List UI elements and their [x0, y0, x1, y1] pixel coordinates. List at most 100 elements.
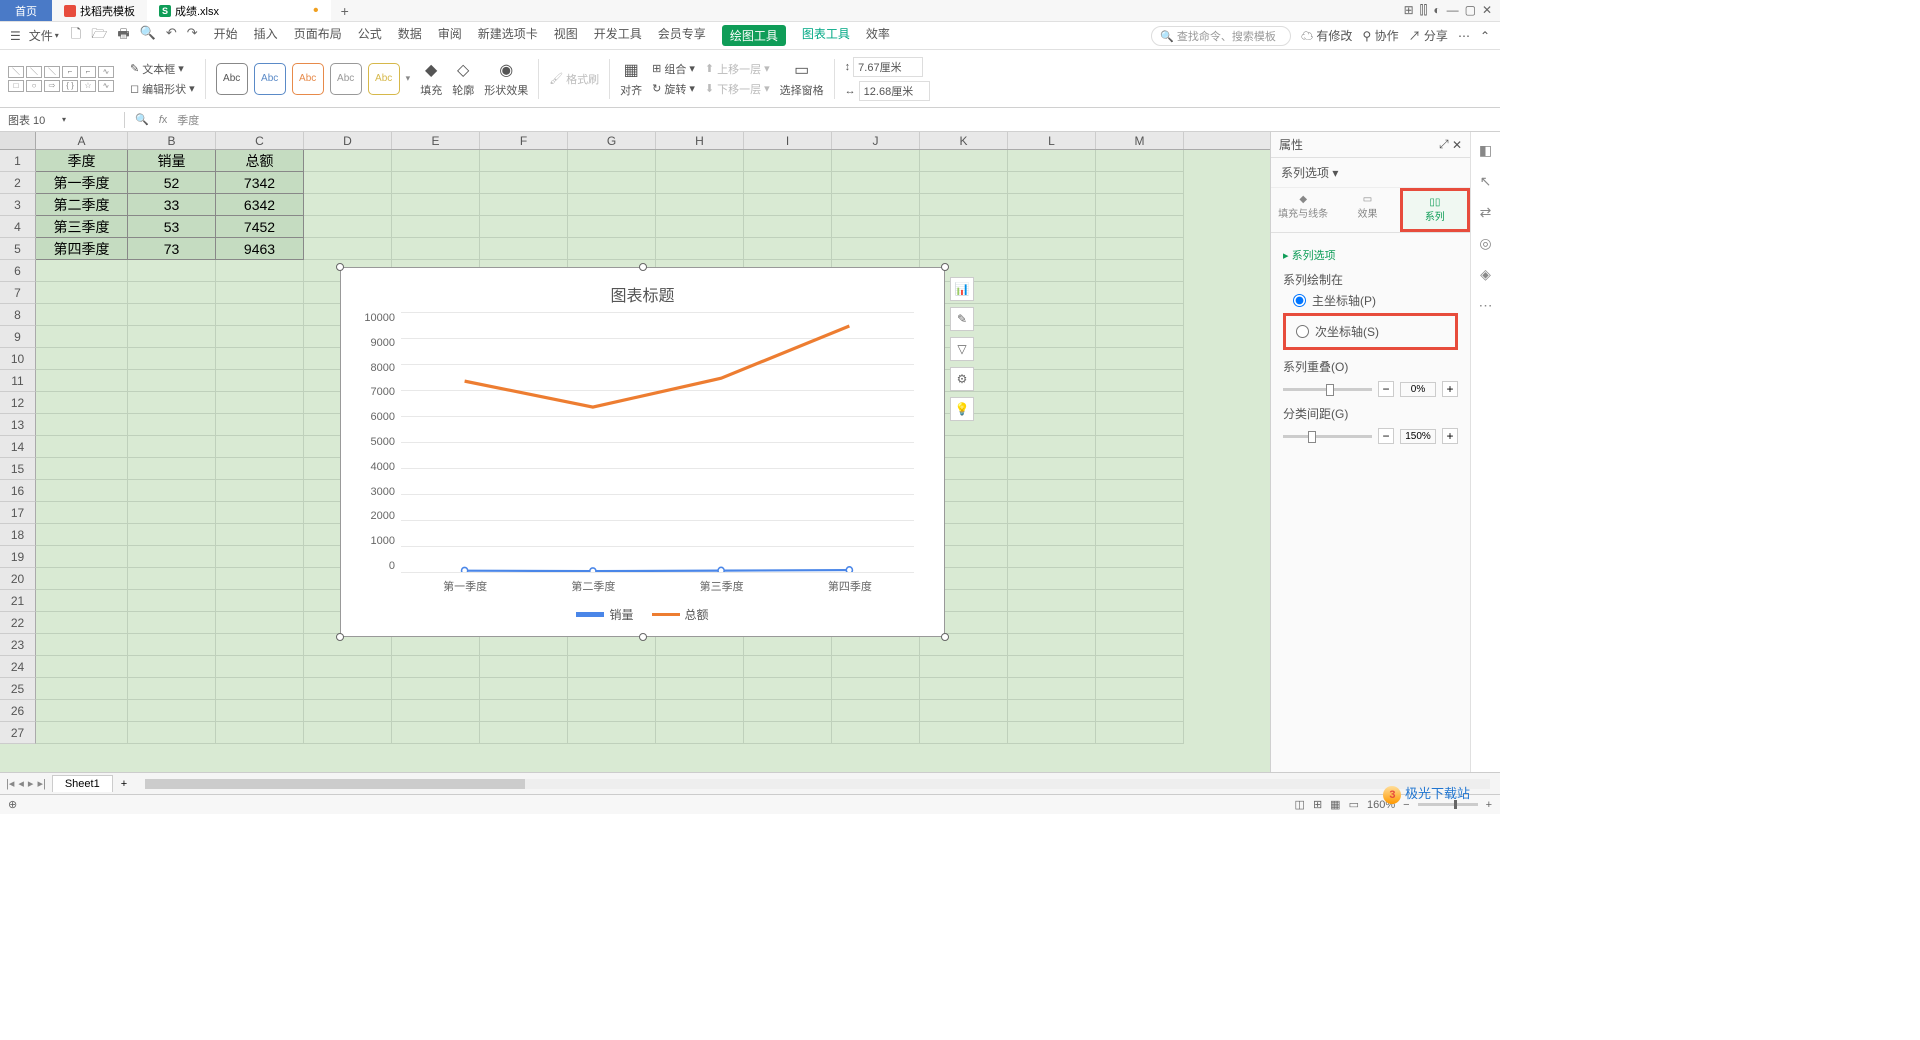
cell[interactable]	[832, 194, 920, 216]
cell[interactable]	[128, 370, 216, 392]
cell[interactable]	[1096, 194, 1184, 216]
shape-gallery[interactable]: ＼＼＼⌐⌐∿ □○⇨{ }☆∿	[8, 66, 114, 92]
tab-template[interactable]: 找稻壳模板	[52, 0, 147, 21]
cell[interactable]	[656, 634, 744, 656]
cell[interactable]	[36, 348, 128, 370]
cell[interactable]	[480, 700, 568, 722]
cell[interactable]	[920, 722, 1008, 744]
chart[interactable]: 图表标题 10000900080007000600050004000300020…	[340, 267, 945, 637]
cell[interactable]	[1008, 260, 1096, 282]
cell[interactable]	[304, 656, 392, 678]
cell[interactable]	[568, 700, 656, 722]
cell[interactable]	[304, 678, 392, 700]
tab-formula[interactable]: 公式	[358, 25, 382, 46]
overlap-minus[interactable]: −	[1378, 381, 1394, 397]
cell[interactable]	[656, 216, 744, 238]
hscrollbar[interactable]	[145, 779, 1490, 789]
cell[interactable]: 总额	[216, 150, 304, 172]
row-header[interactable]: 18	[0, 524, 36, 546]
cell[interactable]	[304, 172, 392, 194]
view-icon-2[interactable]: ⊞	[1313, 798, 1322, 811]
row-header[interactable]: 8	[0, 304, 36, 326]
selpane-btn[interactable]: ▭选择窗格	[780, 60, 824, 98]
row-header[interactable]: 12	[0, 392, 36, 414]
layout-icon[interactable]: ⊞	[1404, 3, 1414, 18]
tab-dev[interactable]: 开发工具	[594, 25, 642, 46]
close-icon[interactable]: ✕	[1482, 3, 1492, 18]
cell[interactable]	[920, 150, 1008, 172]
cell[interactable]	[656, 722, 744, 744]
tab-view[interactable]: 视图	[554, 25, 578, 46]
row-header[interactable]: 26	[0, 700, 36, 722]
cell[interactable]	[36, 590, 128, 612]
cell[interactable]	[480, 216, 568, 238]
coop-button[interactable]: ⚲ 协作	[1362, 27, 1398, 44]
cell[interactable]	[656, 656, 744, 678]
cell[interactable]	[36, 700, 128, 722]
cell[interactable]	[216, 546, 304, 568]
cell[interactable]	[216, 348, 304, 370]
cell[interactable]: 第二季度	[36, 194, 128, 216]
more-icon[interactable]: ⋯	[1458, 29, 1470, 43]
cell[interactable]	[392, 722, 480, 744]
row-header[interactable]: 27	[0, 722, 36, 744]
zoom-in[interactable]: +	[1486, 799, 1492, 811]
row-header[interactable]: 9	[0, 326, 36, 348]
cell[interactable]	[36, 722, 128, 744]
row-header[interactable]: 2	[0, 172, 36, 194]
cell[interactable]	[920, 238, 1008, 260]
cell[interactable]	[128, 304, 216, 326]
cell[interactable]	[392, 678, 480, 700]
nav-last[interactable]: ▸|	[37, 777, 45, 790]
undo-icon[interactable]: ↶	[166, 25, 177, 47]
style-5[interactable]: Abc	[368, 63, 400, 95]
cell[interactable]	[128, 436, 216, 458]
resize-handle[interactable]	[639, 633, 647, 641]
cell[interactable]	[568, 656, 656, 678]
cell[interactable]	[128, 414, 216, 436]
resize-handle[interactable]	[941, 633, 949, 641]
fill-btn[interactable]: ◆填充	[420, 60, 442, 98]
gap-plus[interactable]: +	[1442, 428, 1458, 444]
cell[interactable]	[392, 194, 480, 216]
cell[interactable]	[480, 634, 568, 656]
cell[interactable]	[36, 414, 128, 436]
cell[interactable]	[304, 700, 392, 722]
cell[interactable]	[1096, 150, 1184, 172]
search-input[interactable]: 🔍 查找命令、搜索模板	[1151, 26, 1291, 46]
cell[interactable]	[1096, 524, 1184, 546]
col-H[interactable]: H	[656, 132, 744, 149]
collapse-icon[interactable]: ⌃	[1480, 29, 1490, 43]
col-J[interactable]: J	[832, 132, 920, 149]
cell[interactable]	[128, 722, 216, 744]
cell[interactable]	[128, 282, 216, 304]
cell[interactable]	[1008, 150, 1096, 172]
cell[interactable]	[1096, 568, 1184, 590]
cell[interactable]	[832, 656, 920, 678]
outline-btn[interactable]: ◇轮廓	[452, 60, 474, 98]
style-1[interactable]: Abc	[216, 63, 248, 95]
style-3[interactable]: Abc	[292, 63, 324, 95]
radio-primary[interactable]: 主坐标轴(P)	[1293, 292, 1458, 309]
resize-handle[interactable]	[336, 263, 344, 271]
cell[interactable]	[1008, 634, 1096, 656]
series-dropdown[interactable]: 系列选项 ▾	[1271, 158, 1470, 188]
cell[interactable]	[36, 546, 128, 568]
nav-next[interactable]: ▸	[28, 777, 34, 790]
textbox-btn[interactable]: ✎ 文本框 ▾	[130, 61, 195, 77]
cell[interactable]	[1008, 480, 1096, 502]
cell[interactable]	[1096, 458, 1184, 480]
cell[interactable]	[1096, 348, 1184, 370]
cell[interactable]	[216, 326, 304, 348]
cell[interactable]	[36, 458, 128, 480]
cell[interactable]	[744, 216, 832, 238]
row-header[interactable]: 23	[0, 634, 36, 656]
cell[interactable]	[36, 656, 128, 678]
cell[interactable]	[304, 634, 392, 656]
row-header[interactable]: 4	[0, 216, 36, 238]
gap-minus[interactable]: −	[1378, 428, 1394, 444]
cell[interactable]	[744, 634, 832, 656]
row-header[interactable]: 6	[0, 260, 36, 282]
resize-handle[interactable]	[941, 263, 949, 271]
cell[interactable]: 53	[128, 216, 216, 238]
